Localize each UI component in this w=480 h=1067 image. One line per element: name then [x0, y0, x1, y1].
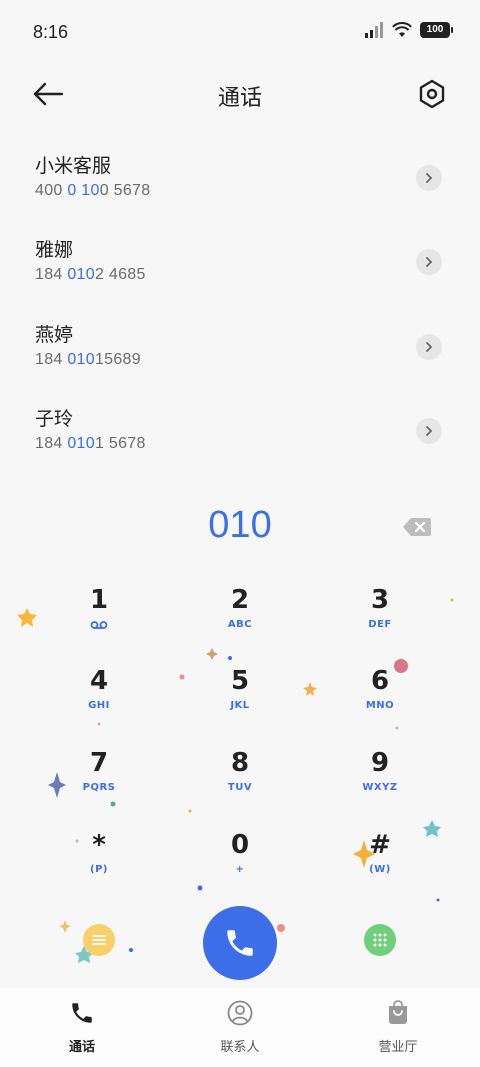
chevron-right-icon	[426, 342, 433, 352]
store-bag-icon	[389, 1000, 407, 1024]
key-4[interactable]: 4 GHI	[39, 666, 159, 736]
number-match: 0 10	[67, 182, 100, 199]
key-digit: *	[92, 830, 106, 860]
key-hash[interactable]: # (W)	[320, 830, 440, 900]
contact-item[interactable]: 小米客服 400 0 100 5678	[0, 151, 480, 235]
call-button[interactable]	[203, 906, 277, 980]
phone-icon	[227, 930, 253, 956]
contact-detail-button[interactable]	[416, 249, 442, 275]
key-digit: 4	[89, 666, 109, 696]
number-match: 010	[67, 351, 95, 368]
key-5[interactable]: 5 JKL	[180, 666, 300, 736]
signal-icon	[365, 22, 383, 38]
key-letters: (P)	[90, 864, 108, 875]
battery-icon: 100	[420, 22, 453, 38]
number-prefix: 400	[35, 182, 68, 199]
tab-label: 营业厅	[378, 1040, 418, 1055]
key-digit: #	[369, 830, 391, 860]
key-digit: 9	[370, 748, 390, 778]
key-letters: TUV	[227, 782, 253, 793]
key-0[interactable]: 0 +	[180, 830, 300, 900]
number-suffix: 1 5678	[94, 435, 146, 452]
key-digit: 1	[89, 585, 109, 615]
status-time: 8:16	[33, 22, 69, 42]
key-star[interactable]: * (P)	[39, 830, 159, 900]
list-menu-icon	[92, 935, 106, 945]
contact-number: 400 0 100 5678	[35, 182, 150, 200]
contact-number: 184 0102 4685	[35, 266, 146, 284]
menu-button[interactable]	[83, 924, 115, 956]
backspace-icon	[403, 518, 431, 536]
tab-store[interactable]: 营业厅	[338, 1000, 458, 1055]
contact-item[interactable]: 燕婷 184 01015689	[0, 320, 480, 404]
phone-icon	[72, 1003, 92, 1023]
key-7[interactable]: 7 PQRS	[39, 748, 159, 818]
key-digit: 0	[230, 830, 250, 860]
header: 通话	[0, 64, 480, 124]
contact-item[interactable]: 子玲 184 0101 5678	[0, 404, 480, 488]
key-letters: WXYZ	[362, 782, 398, 793]
tab-label: 联系人	[220, 1040, 260, 1055]
key-1[interactable]: 1	[39, 585, 159, 655]
number-prefix: 184	[35, 435, 68, 452]
chevron-right-icon	[426, 257, 433, 267]
contact-detail-button[interactable]	[416, 418, 442, 444]
contact-number: 184 01015689	[35, 351, 141, 369]
key-digit: 6	[370, 666, 390, 696]
key-letters: GHI	[88, 700, 110, 711]
voicemail-icon	[90, 621, 108, 629]
contact-item[interactable]: 雅娜 184 0102 4685	[0, 235, 480, 319]
chevron-right-icon	[426, 173, 433, 183]
number-suffix: 2 4685	[94, 266, 146, 283]
key-letters: JKL	[230, 700, 250, 711]
tab-label: 通话	[68, 1040, 95, 1055]
key-digit: 5	[230, 666, 250, 696]
key-digit: 7	[89, 748, 109, 778]
contact-number: 184 0101 5678	[35, 435, 146, 453]
key-letters: (W)	[369, 864, 391, 875]
contact-name: 燕婷	[35, 324, 74, 346]
number-suffix: 15689	[94, 351, 141, 368]
chevron-right-icon	[426, 426, 433, 436]
number-prefix: 184	[35, 351, 68, 368]
key-digit: 3	[370, 585, 390, 615]
dialpad-icon	[373, 933, 387, 947]
status-bar: 8:16 100	[0, 0, 480, 64]
number-match: 010	[67, 435, 95, 452]
contact-icon	[227, 1000, 253, 1026]
settings-button[interactable]	[414, 76, 450, 112]
key-8[interactable]: 8 TUV	[180, 748, 300, 818]
key-digit: 2	[230, 585, 250, 615]
delete-button[interactable]	[402, 516, 432, 538]
key-letters: +	[235, 864, 245, 875]
contact-name: 小米客服	[35, 155, 112, 177]
key-letters: PQRS	[82, 782, 116, 793]
key-2[interactable]: 2 ABC	[180, 585, 300, 655]
key-letters: DEF	[368, 619, 392, 630]
status-icons: 100	[364, 22, 453, 38]
tab-contacts[interactable]: 联系人	[180, 1000, 300, 1055]
wifi-icon	[392, 22, 412, 37]
page-title: 通话	[217, 86, 262, 111]
key-3[interactable]: 3 DEF	[320, 585, 440, 655]
keypad-toggle-button[interactable]	[364, 924, 396, 956]
key-letters: MNO	[365, 700, 395, 711]
bottom-tab-bar: 通话 联系人 营业厅	[0, 988, 480, 1067]
number-prefix: 184	[35, 266, 68, 283]
key-6[interactable]: 6 MNO	[320, 666, 440, 736]
gear-icon	[419, 79, 445, 109]
contact-name: 雅娜	[35, 239, 74, 261]
number-suffix: 0 5678	[99, 182, 151, 199]
contact-detail-button[interactable]	[416, 334, 442, 360]
contact-detail-button[interactable]	[416, 165, 442, 191]
key-digit: 8	[230, 748, 250, 778]
number-match: 010	[67, 266, 95, 283]
key-letters: ABC	[227, 619, 253, 630]
dial-display: 010	[0, 500, 480, 556]
key-9[interactable]: 9 WXYZ	[320, 748, 440, 818]
tab-calls[interactable]: 通话	[22, 1000, 142, 1055]
contact-name: 子玲	[35, 408, 74, 430]
